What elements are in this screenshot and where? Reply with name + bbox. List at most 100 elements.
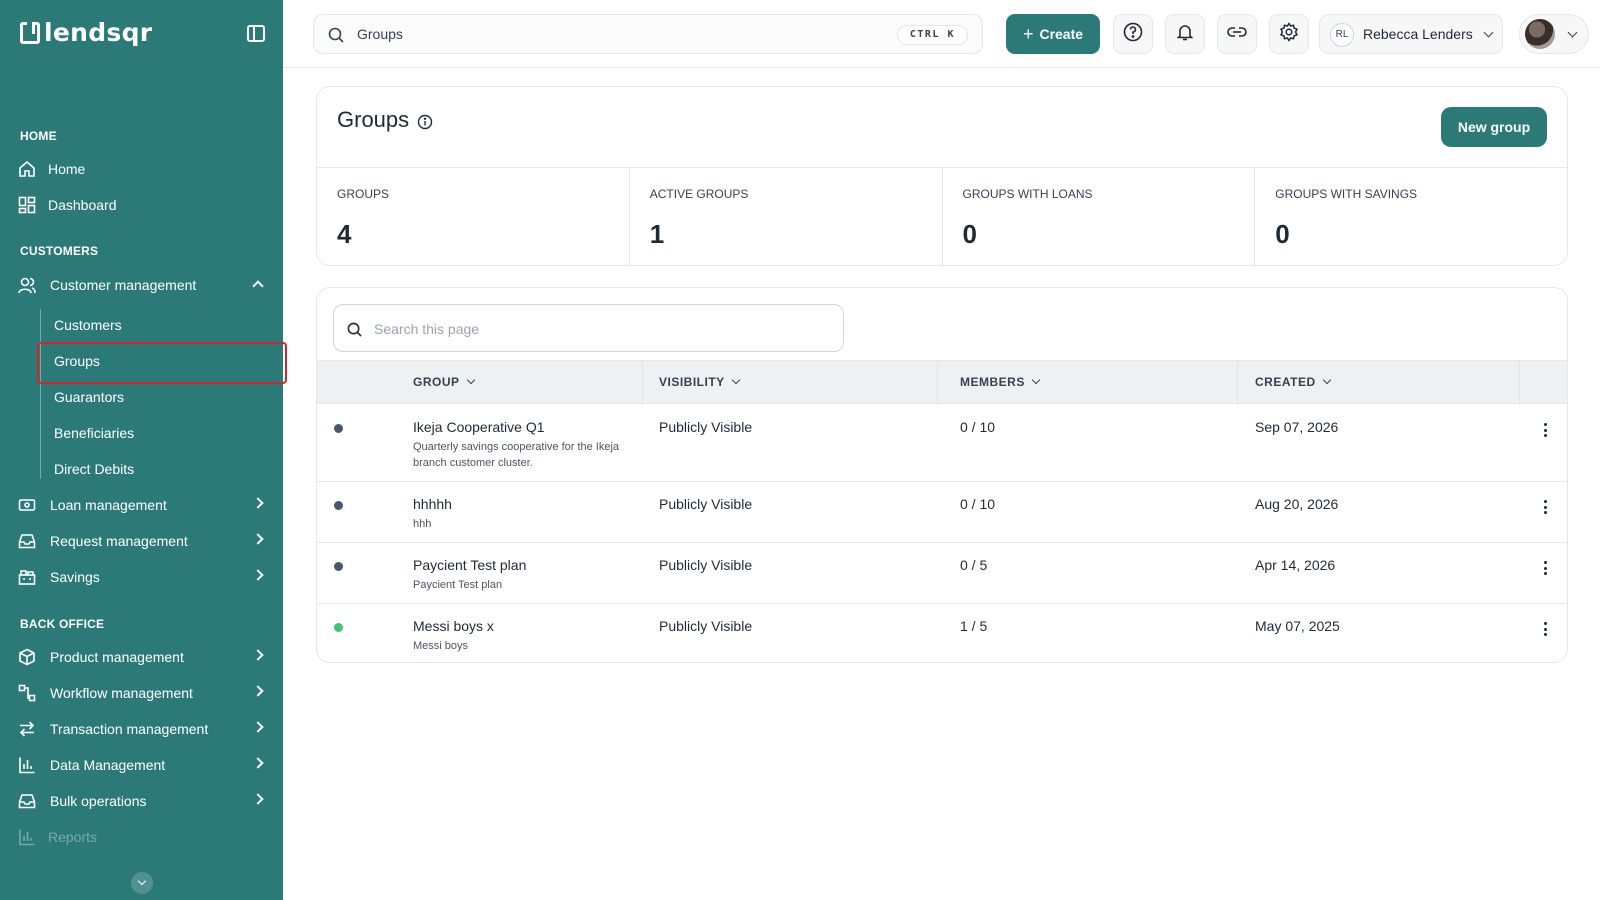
sidebar-item-workflow-management[interactable]: Workflow management xyxy=(0,676,283,710)
sidebar-subitem-customers[interactable]: Customers xyxy=(54,317,122,333)
chevron-right-icon xyxy=(252,533,264,545)
workflow-icon xyxy=(18,684,36,702)
sidebar-item-label: Customer management xyxy=(50,277,197,293)
stat-groups: GROUPS 4 xyxy=(317,168,630,267)
search-icon xyxy=(328,27,344,48)
row-actions-icon[interactable] xyxy=(1543,622,1547,636)
sidebar-item-label: Loan management xyxy=(50,497,167,513)
group-name[interactable]: Ikeja Cooperative Q1 xyxy=(413,419,545,435)
stat-value: 1 xyxy=(649,219,665,249)
brand-name: lendsqr xyxy=(44,18,153,47)
page-search-input[interactable]: Search this page xyxy=(333,304,844,352)
chevron-up-icon xyxy=(252,280,264,292)
chevron-down-icon xyxy=(466,375,475,385)
gear-icon xyxy=(1279,21,1299,47)
status-dot xyxy=(334,562,343,571)
sidebar-item-label: Request management xyxy=(50,533,188,549)
savings-icon xyxy=(18,568,36,586)
column-header-created[interactable]: CREATED xyxy=(1255,375,1331,389)
stats-row: GROUPS 4 ACTIVE GROUPS 1 GROUPS WITH LOA… xyxy=(317,167,1567,267)
stat-groups-with-savings: GROUPS WITH SAVINGS 0 xyxy=(1255,168,1567,267)
user-name: Rebecca Lenders xyxy=(1363,26,1473,42)
chevron-right-icon xyxy=(252,497,264,509)
sidebar-item-customer-management[interactable]: Customer management xyxy=(0,268,283,302)
stat-label: GROUPS xyxy=(337,187,390,201)
chevron-down-icon xyxy=(1567,27,1578,38)
chevron-right-icon xyxy=(252,569,264,581)
group-name[interactable]: hhhhh xyxy=(413,496,452,512)
settings-button[interactable] xyxy=(1269,14,1309,54)
chart-icon xyxy=(18,756,36,774)
sidebar-subitem-beneficiaries[interactable]: Beneficiaries xyxy=(54,425,134,441)
sidebar-item-savings[interactable]: Savings xyxy=(0,560,283,594)
link-button[interactable] xyxy=(1217,14,1257,54)
sidebar-item-reports[interactable]: Reports xyxy=(0,820,283,854)
create-button[interactable]: + Create xyxy=(1006,14,1100,54)
table-row[interactable]: hhhhh hhh Publicly Visible 0 / 10 Aug 20… xyxy=(317,482,1567,543)
sidebar-item-home[interactable]: Home xyxy=(0,152,283,186)
section-title-customers: CUSTOMERS xyxy=(20,244,99,258)
section-title-back-office: BACK OFFICE xyxy=(20,617,105,631)
group-members: 0 / 5 xyxy=(960,557,988,573)
info-icon[interactable] xyxy=(417,114,433,135)
column-header-visibility[interactable]: VISIBILITY xyxy=(659,375,740,389)
sidebar-item-bulk-operations[interactable]: Bulk operations xyxy=(0,784,283,818)
page-title: Groups xyxy=(337,107,410,132)
row-actions-icon[interactable] xyxy=(1543,500,1547,514)
help-button[interactable] xyxy=(1113,14,1153,54)
column-label: MEMBERS xyxy=(960,375,1025,389)
sidebar-item-label: Reports xyxy=(48,829,98,845)
table-row[interactable]: Paycient Test plan Paycient Test plan Pu… xyxy=(317,543,1567,604)
inbox-icon xyxy=(18,532,36,550)
column-header-members[interactable]: MEMBERS xyxy=(960,375,1041,389)
sidebar-item-dashboard[interactable]: Dashboard xyxy=(0,188,283,222)
sidebar-item-product-management[interactable]: Product management xyxy=(0,640,283,674)
collapse-sidebar-icon[interactable] xyxy=(247,25,265,42)
sidebar-item-transaction-management[interactable]: Transaction management xyxy=(0,712,283,746)
sidebar-subitem-guarantors[interactable]: Guarantors xyxy=(54,389,124,405)
column-divider xyxy=(937,361,938,405)
sidebar-subitem-direct-debits[interactable]: Direct Debits xyxy=(54,461,134,477)
group-name[interactable]: Paycient Test plan xyxy=(413,557,526,573)
global-search-input[interactable]: Groups CTRL K xyxy=(313,14,983,54)
status-dot xyxy=(334,501,343,510)
dashboard-icon xyxy=(18,196,36,214)
sidebar-item-request-management[interactable]: Request management xyxy=(0,524,283,558)
profile-menu-button[interactable] xyxy=(1519,14,1589,54)
group-visibility: Publicly Visible xyxy=(659,557,753,573)
column-divider xyxy=(1237,361,1238,405)
table-row[interactable]: Ikeja Cooperative Q1 Quarterly savings c… xyxy=(317,405,1567,482)
stat-active-groups: ACTIVE GROUPS 1 xyxy=(630,168,943,267)
column-label: GROUP xyxy=(413,375,460,389)
sidebar-item-loan-management[interactable]: Loan management xyxy=(0,488,283,522)
group-visibility: Publicly Visible xyxy=(659,419,753,435)
stat-groups-with-loans: GROUPS WITH LOANS 0 xyxy=(943,168,1256,267)
lendsqr-logo[interactable]: lendsqr xyxy=(20,18,152,47)
group-visibility: Publicly Visible xyxy=(659,496,753,512)
scroll-down-icon[interactable] xyxy=(131,872,153,894)
sidebar-item-label: Data Management xyxy=(50,757,166,773)
group-created: May 07, 2025 xyxy=(1255,618,1340,634)
row-actions-icon[interactable] xyxy=(1543,423,1547,437)
notifications-button[interactable] xyxy=(1165,14,1205,54)
chevron-right-icon xyxy=(252,721,264,733)
search-value: Groups xyxy=(357,26,403,42)
row-actions-icon[interactable] xyxy=(1543,561,1547,575)
chevron-right-icon xyxy=(252,649,264,661)
group-description: hhh xyxy=(413,518,432,530)
user-menu-button[interactable]: RL Rebecca Lenders xyxy=(1319,14,1503,54)
chevron-down-icon xyxy=(1483,27,1494,38)
create-label: Create xyxy=(1039,26,1084,42)
new-group-button[interactable]: New group xyxy=(1441,107,1547,147)
sidebar-item-label: Bulk operations xyxy=(50,793,147,809)
group-description: Messi boys xyxy=(413,640,469,652)
submenu-guide-line xyxy=(40,309,41,479)
chevron-right-icon xyxy=(252,793,264,805)
sidebar-item-data-management[interactable]: Data Management xyxy=(0,748,283,782)
column-label: CREATED xyxy=(1255,375,1316,389)
group-created: Aug 20, 2026 xyxy=(1255,496,1339,512)
column-label: VISIBILITY xyxy=(659,375,725,389)
table-row[interactable]: Messi boys x Messi boys Publicly Visible… xyxy=(317,604,1567,662)
column-header-group[interactable]: GROUP xyxy=(413,375,475,389)
group-name[interactable]: Messi boys x xyxy=(413,618,494,634)
